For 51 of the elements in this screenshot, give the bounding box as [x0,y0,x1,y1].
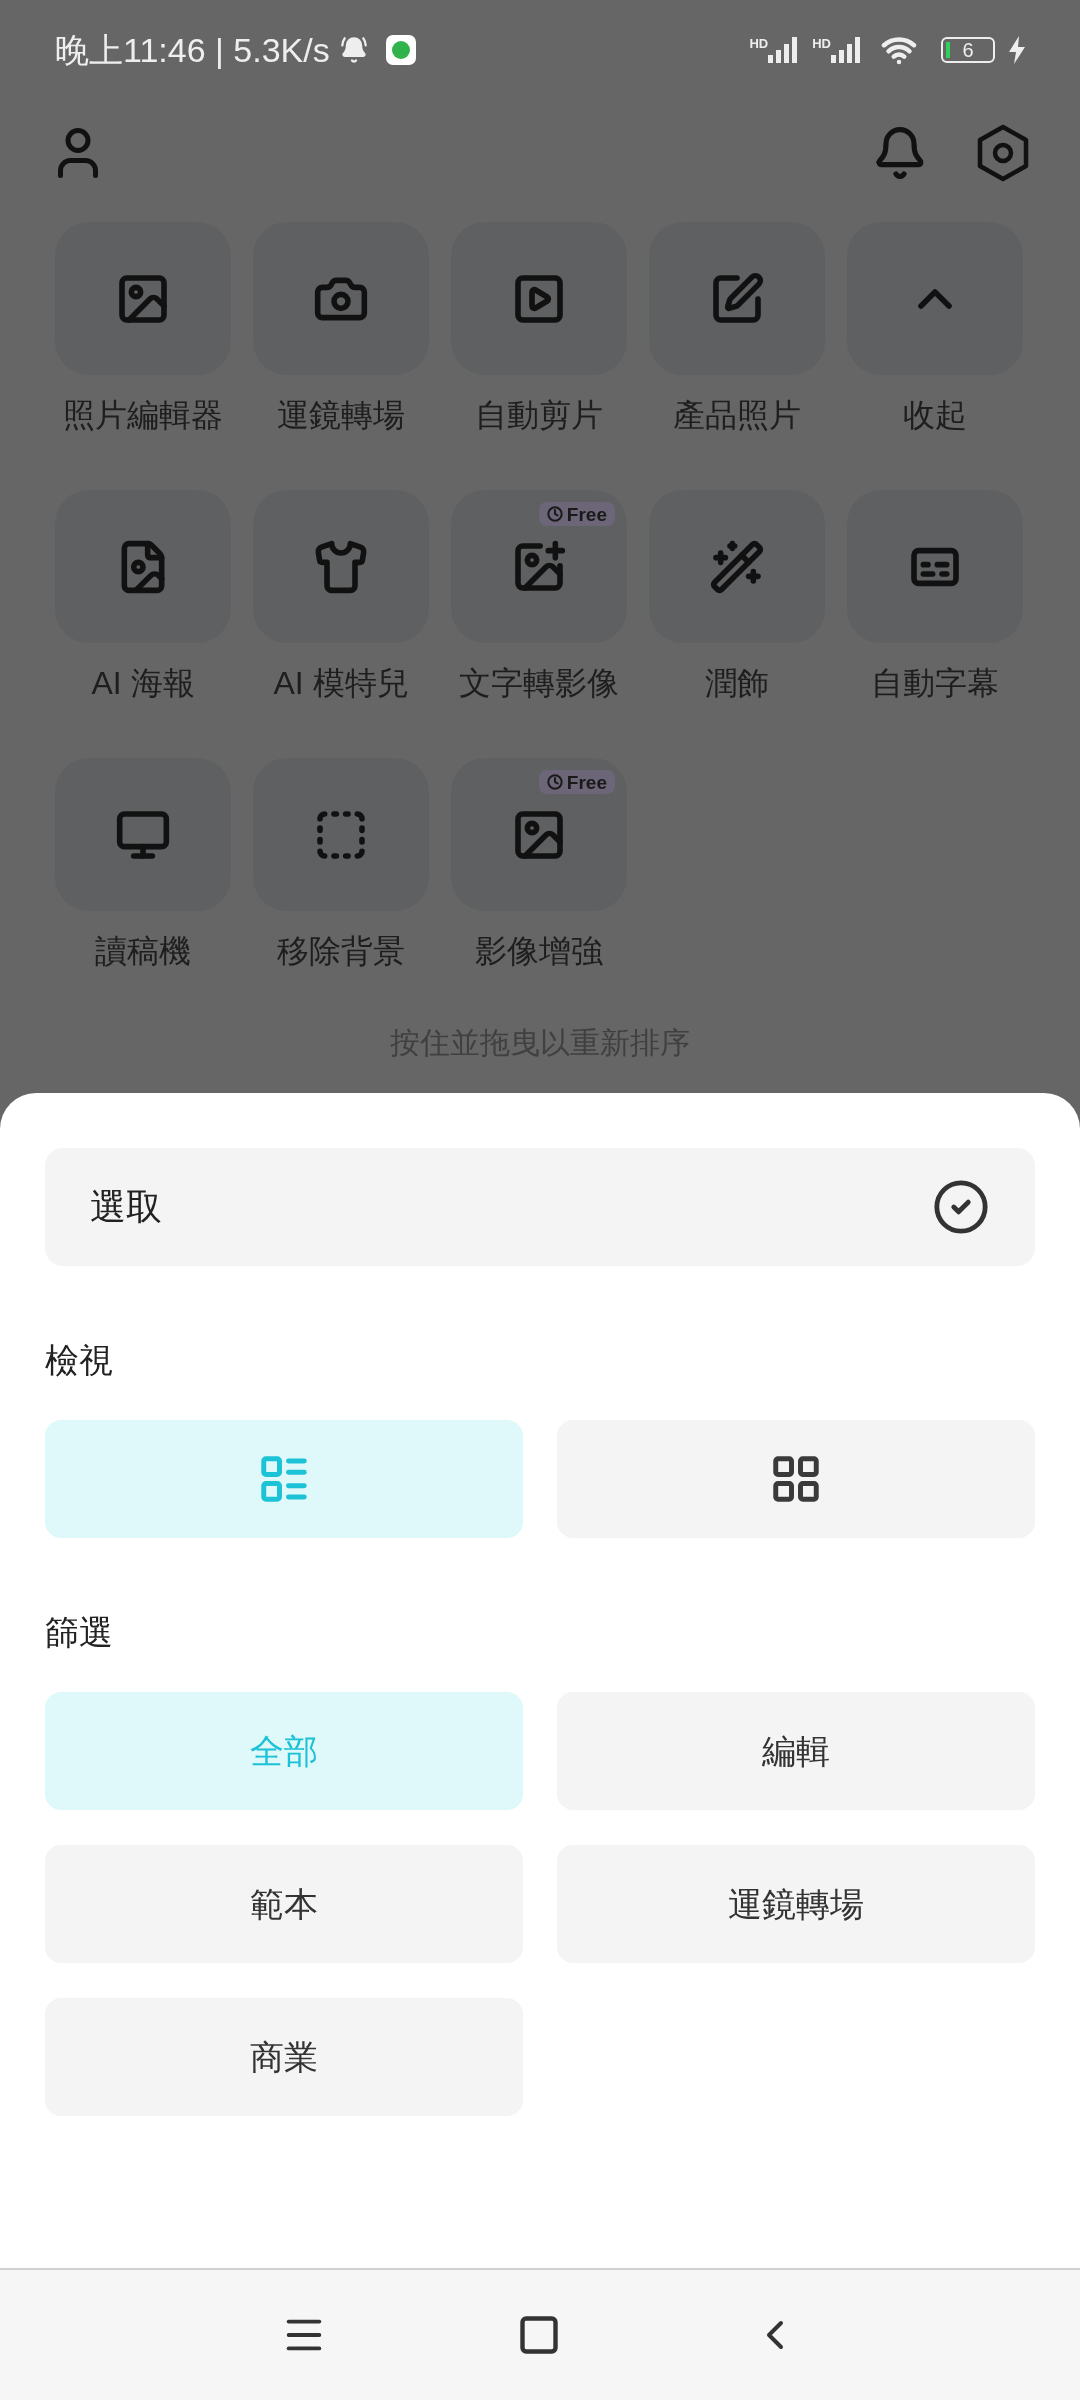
tool-tile[interactable] [55,758,231,911]
signal-icon [768,37,799,63]
tool-label: 讀稿機 [95,932,191,971]
tool-label: 文字轉影像 [459,664,619,703]
tool-label: 自動字幕 [871,664,999,703]
clock-icon [546,774,563,790]
tool-tile[interactable] [253,222,429,375]
bell-icon [339,36,368,64]
tool-label: 影像增強 [475,932,603,971]
tool-tile[interactable] [649,222,825,375]
tool-label: 收起 [903,396,967,435]
tool-tile[interactable] [55,222,231,375]
tool-label: 自動剪片 [475,396,603,435]
status-time: 晚上11:46 | 5.3K/s [55,33,330,67]
badge-text: Free [566,504,607,524]
tool-tile[interactable] [451,222,627,375]
filter-chip[interactable]: 運鏡轉場 [557,1845,1035,1963]
charging-icon [1009,36,1025,64]
badge-text: Free [566,772,607,792]
filter-chip[interactable]: 編輯 [557,1692,1035,1810]
tool-label: 運鏡轉場 [277,396,405,435]
tool-tile[interactable] [55,490,231,643]
shirt-icon [313,538,369,595]
signal-label: HD [749,37,769,50]
select-row[interactable]: 選取 [45,1148,1035,1266]
tool-label: 產品照片 [673,396,801,435]
section-title: 篩選 [45,1612,114,1652]
section-title: 檢視 [45,1340,114,1380]
tool-label: 照片編輯器 [63,396,223,435]
clock-icon [546,506,563,522]
app-notification-icon [385,35,416,65]
tool-label: 移除背景 [277,932,405,971]
filter-chip[interactable]: 範本 [45,1845,523,1963]
tool-label: AI 模特兒 [273,664,409,703]
home-button[interactable] [517,2313,561,2357]
magic-wand-icon [709,538,765,595]
filter-chip[interactable]: 商業 [45,1998,523,2116]
square-icon [517,2313,561,2357]
tool-tile[interactable] [253,758,429,911]
signal-label: HD [812,37,831,50]
view-toggle[interactable] [45,1420,523,1538]
tool-label: AI 海報 [91,664,195,703]
tool-tile[interactable] [253,490,429,643]
tool-tile[interactable] [847,490,1023,643]
battery-level: 6 [962,40,974,60]
tool-label: 潤飾 [705,664,769,703]
signal-icon [831,37,861,63]
tool-tile[interactable] [649,490,825,643]
tool-tile[interactable] [847,222,1023,375]
check-circle-icon [932,1178,990,1236]
view-toggle[interactable] [557,1420,1035,1538]
